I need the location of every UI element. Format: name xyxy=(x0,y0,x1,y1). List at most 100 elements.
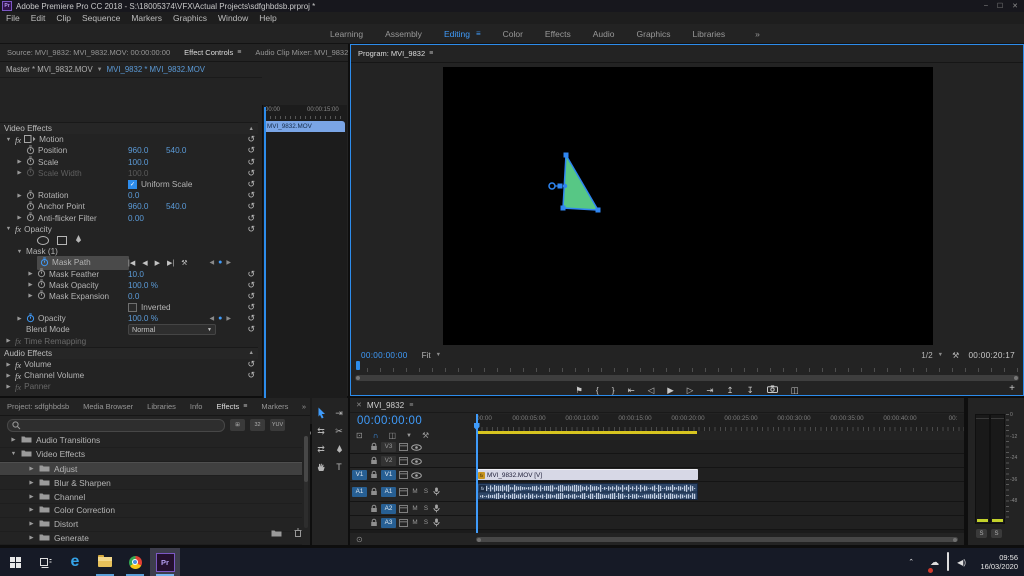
reset-parameter-icon[interactable]: ↺ xyxy=(247,213,255,223)
twirl-closed-icon[interactable]: ▶ xyxy=(27,293,34,299)
workspace-tab-learning[interactable]: Learning xyxy=(330,29,363,39)
stopwatch-icon[interactable] xyxy=(26,190,35,202)
reset-parameter-icon[interactable]: ↺ xyxy=(247,314,255,323)
audio-clip[interactable]: fx xyxy=(477,483,698,500)
ec-row-mask-feather[interactable]: ▶ Mask Feather 10.0 ↺ xyxy=(0,268,258,279)
file-explorer-taskbar-icon[interactable] xyxy=(90,548,120,576)
tree-item-video-effects[interactable]: ▼ Video Effects xyxy=(0,448,302,462)
ec-row-opacity[interactable]: ▶ Opacity 100.0 % ◀ ● ▶ ↺ xyxy=(0,313,258,324)
source-patch-a3[interactable] xyxy=(352,518,367,528)
tab-source-mvi-9832-mvi-9832-mov-00-00-00-00[interactable]: Source: MVI_9832: MVI_9832.MOV: 00:00:00… xyxy=(0,48,177,57)
tree-item-generate[interactable]: ▶ Generate xyxy=(0,532,302,546)
workspace-tab-audio[interactable]: Audio xyxy=(593,29,615,39)
track-backward-icon[interactable]: ◀ xyxy=(142,259,147,267)
track-target-a1[interactable]: A1 xyxy=(381,486,396,497)
source-patch-a1[interactable]: A1 xyxy=(352,486,367,497)
twirl-closed-icon[interactable]: ▶ xyxy=(5,338,12,344)
solo-button[interactable]: S xyxy=(422,505,430,512)
minimize-button[interactable]: – xyxy=(984,2,988,10)
tab-effect-controls[interactable]: Effect Controls ≡ xyxy=(177,48,248,57)
ec-timeline-ruler[interactable]: 00:00 00:00:15:00 xyxy=(263,107,347,115)
reset-parameter-icon[interactable]: ↺ xyxy=(247,224,255,234)
task-view-button[interactable] xyxy=(30,548,60,576)
param-value[interactable]: 0.00 xyxy=(128,214,166,223)
yuv-filter-button[interactable]: YUV xyxy=(270,419,285,431)
menu-graphics[interactable]: Graphics xyxy=(173,13,207,23)
volume-icon[interactable]: ◀) xyxy=(957,558,966,567)
workspace-tab-libraries[interactable]: Libraries xyxy=(693,29,726,39)
workspace-tab-graphics[interactable]: Graphics xyxy=(637,29,671,39)
ec-row-scale[interactable]: ▶ Scale 100.0 ↺ xyxy=(0,156,258,168)
mask-tracking-options-icon[interactable]: ⚒ xyxy=(181,259,187,267)
stopwatch-icon[interactable] xyxy=(26,313,35,325)
menu-window[interactable]: Window xyxy=(218,13,248,23)
sync-lock-icon[interactable] xyxy=(399,514,408,532)
solo-button[interactable]: S xyxy=(422,519,430,526)
tree-item-distort[interactable]: ▶ Distort xyxy=(0,518,302,532)
mute-button[interactable]: M xyxy=(411,488,419,495)
stopwatch-icon[interactable] xyxy=(37,268,46,280)
reset-parameter-icon[interactable]: ↺ xyxy=(247,157,255,167)
ec-section-audio-effects[interactable]: Audio Effects ▲ xyxy=(0,346,258,359)
ec-timeline-clip[interactable]: MVI_9832.MOV xyxy=(265,121,345,132)
ec-row-mask-path[interactable]: Mask Path |◀ ◀ ▶ ▶| ⚒ ◀ ● ▶ xyxy=(0,255,258,270)
effects-tree-scrollbar[interactable] xyxy=(304,436,308,528)
param-value[interactable]: 0.0 xyxy=(128,191,166,200)
tree-item-blur-sharpen[interactable]: ▶ Blur & Sharpen xyxy=(0,476,302,491)
track-v1[interactable]: V1 V1 fx MVI_9832.MOV [V] xyxy=(350,468,964,482)
track-a3[interactable]: A3 M S xyxy=(350,516,964,530)
solo-right-button[interactable]: S xyxy=(991,529,1002,538)
ec-row-mask-expansion[interactable]: ▶ Mask Expansion 0.0 ↺ xyxy=(0,290,258,302)
track-target-v1[interactable]: V1 xyxy=(381,469,396,480)
previous-keyframe-icon[interactable]: ◀ xyxy=(210,259,215,266)
step-back-button[interactable]: ◁ xyxy=(648,385,655,396)
source-patch-v3[interactable] xyxy=(352,442,367,452)
tab-info[interactable]: Info xyxy=(183,402,210,411)
panel-menu-icon[interactable]: ≡ xyxy=(429,50,433,57)
param-value[interactable]: 100.0 xyxy=(128,158,166,167)
settings-wrench-icon[interactable]: ⚒ xyxy=(952,350,959,360)
program-playhead[interactable] xyxy=(356,361,360,370)
reset-parameter-icon[interactable]: ↺ xyxy=(247,168,255,178)
slip-tool[interactable]: ⇄ xyxy=(312,442,330,456)
ec-row-motion[interactable]: ▼ fx Motion ↺ xyxy=(0,134,258,145)
32-bit-filter-button[interactable]: 32 xyxy=(250,419,265,431)
ec-row-opacity[interactable]: ▼ fx Opacity ↺ xyxy=(0,224,258,235)
sequence-clip-label[interactable]: MVI_9832 * MVI_9832.MOV xyxy=(107,65,205,74)
master-clip-label[interactable]: Master * MVI_9832.MOV xyxy=(6,65,93,74)
panel-menu-icon[interactable]: ≡ xyxy=(409,402,413,409)
tab-media-browser[interactable]: Media Browser xyxy=(76,402,140,411)
reset-parameter-icon[interactable]: ↺ xyxy=(247,371,255,380)
reset-parameter-icon[interactable]: ↺ xyxy=(247,360,255,369)
ec-row-anchor-point[interactable]: Anchor Point 960.0 540.0 ↺ xyxy=(0,201,258,212)
reset-parameter-icon[interactable]: ↺ xyxy=(247,146,255,155)
param-value[interactable]: 100.0 % xyxy=(128,281,166,290)
reset-parameter-icon[interactable]: ↺ xyxy=(247,291,255,301)
tab-libraries[interactable]: Libraries xyxy=(140,402,183,411)
source-patch-v1[interactable]: V1 xyxy=(352,469,367,480)
ec-row-mask-tools[interactable] xyxy=(0,234,258,246)
razor-tool[interactable]: ✂ xyxy=(330,424,348,438)
ec-row-position[interactable]: Position 960.0 540.0 ↺ xyxy=(0,145,258,156)
reset-parameter-icon[interactable]: ↺ xyxy=(247,202,255,211)
timeline-playhead[interactable] xyxy=(476,414,478,533)
twirl-closed-icon[interactable]: ▶ xyxy=(16,316,23,322)
network-icon[interactable] xyxy=(947,552,950,571)
track-forward-one-icon[interactable]: ▶| xyxy=(167,259,174,267)
close-button[interactable]: ✕ xyxy=(1012,2,1018,10)
twirl-closed-icon[interactable]: ▶ xyxy=(16,159,23,165)
twirl-closed-icon[interactable]: ▶ xyxy=(16,215,23,221)
ripple-edit-tool[interactable]: ⇆ xyxy=(312,424,330,438)
previous-keyframe-icon[interactable]: ◀ xyxy=(210,315,215,322)
twirl-open-icon[interactable]: ▼ xyxy=(5,226,12,232)
mute-button[interactable]: M xyxy=(411,519,419,526)
ellipse-mask-icon[interactable] xyxy=(37,235,49,245)
menu-sequence[interactable]: Sequence xyxy=(82,13,120,23)
workspace-tab-assembly[interactable]: Assembly xyxy=(385,29,422,39)
workspace-overflow-icon[interactable]: » xyxy=(755,29,760,39)
stopwatch-icon[interactable] xyxy=(26,167,35,179)
tree-item-audio-transitions[interactable]: ▶ Audio Transitions xyxy=(0,434,302,448)
export-frame-button[interactable] xyxy=(766,385,778,395)
track-target-v2[interactable]: V2 xyxy=(381,455,396,466)
lock-icon[interactable] xyxy=(370,466,378,484)
